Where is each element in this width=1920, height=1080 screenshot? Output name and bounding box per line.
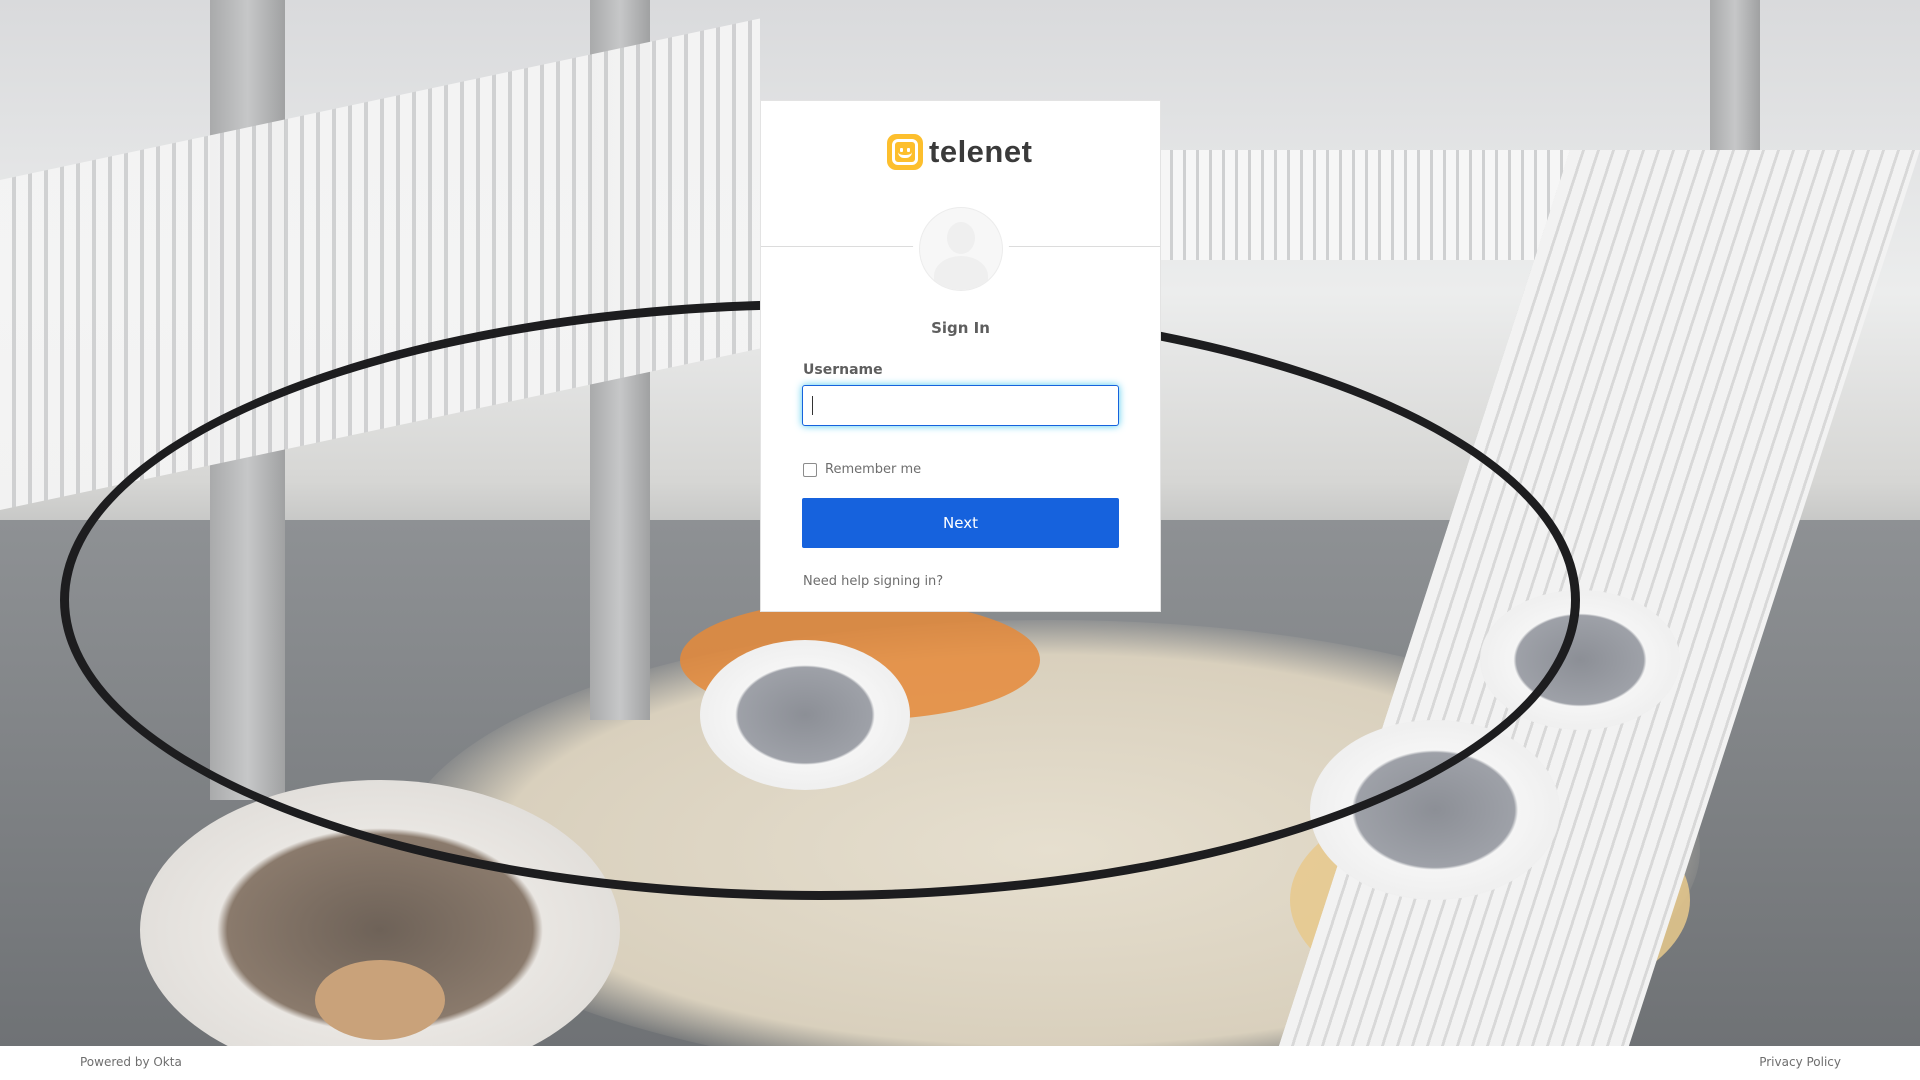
remember-me-checkbox[interactable] [803,462,817,477]
privacy-policy-link[interactable]: Privacy Policy [1759,1055,1841,1069]
sign-in-title: Sign In [931,319,990,337]
help-signing-in-link[interactable]: Need help signing in? [803,574,943,589]
user-avatar-icon [919,207,1003,291]
telenet-smiley-logo-icon [887,134,923,170]
login-card: telenet Sign In Username Remember me Nex… [760,100,1161,612]
brand-logo: telenet [887,134,1032,170]
username-label: Username [803,362,883,378]
username-input[interactable] [802,385,1119,426]
remember-me-label[interactable]: Remember me [825,462,921,477]
page-footer: Powered by Okta Privacy Policy [0,1046,1920,1080]
next-button[interactable]: Next [802,498,1119,548]
powered-by-text: Powered by Okta [80,1055,182,1069]
avatar-container [913,201,1009,297]
brand-logo-text: telenet [929,134,1033,169]
table-decor [315,960,445,1040]
text-caret [812,396,813,415]
remember-me-row[interactable]: Remember me [803,462,921,477]
balcony-railing-decor [1160,150,1580,260]
